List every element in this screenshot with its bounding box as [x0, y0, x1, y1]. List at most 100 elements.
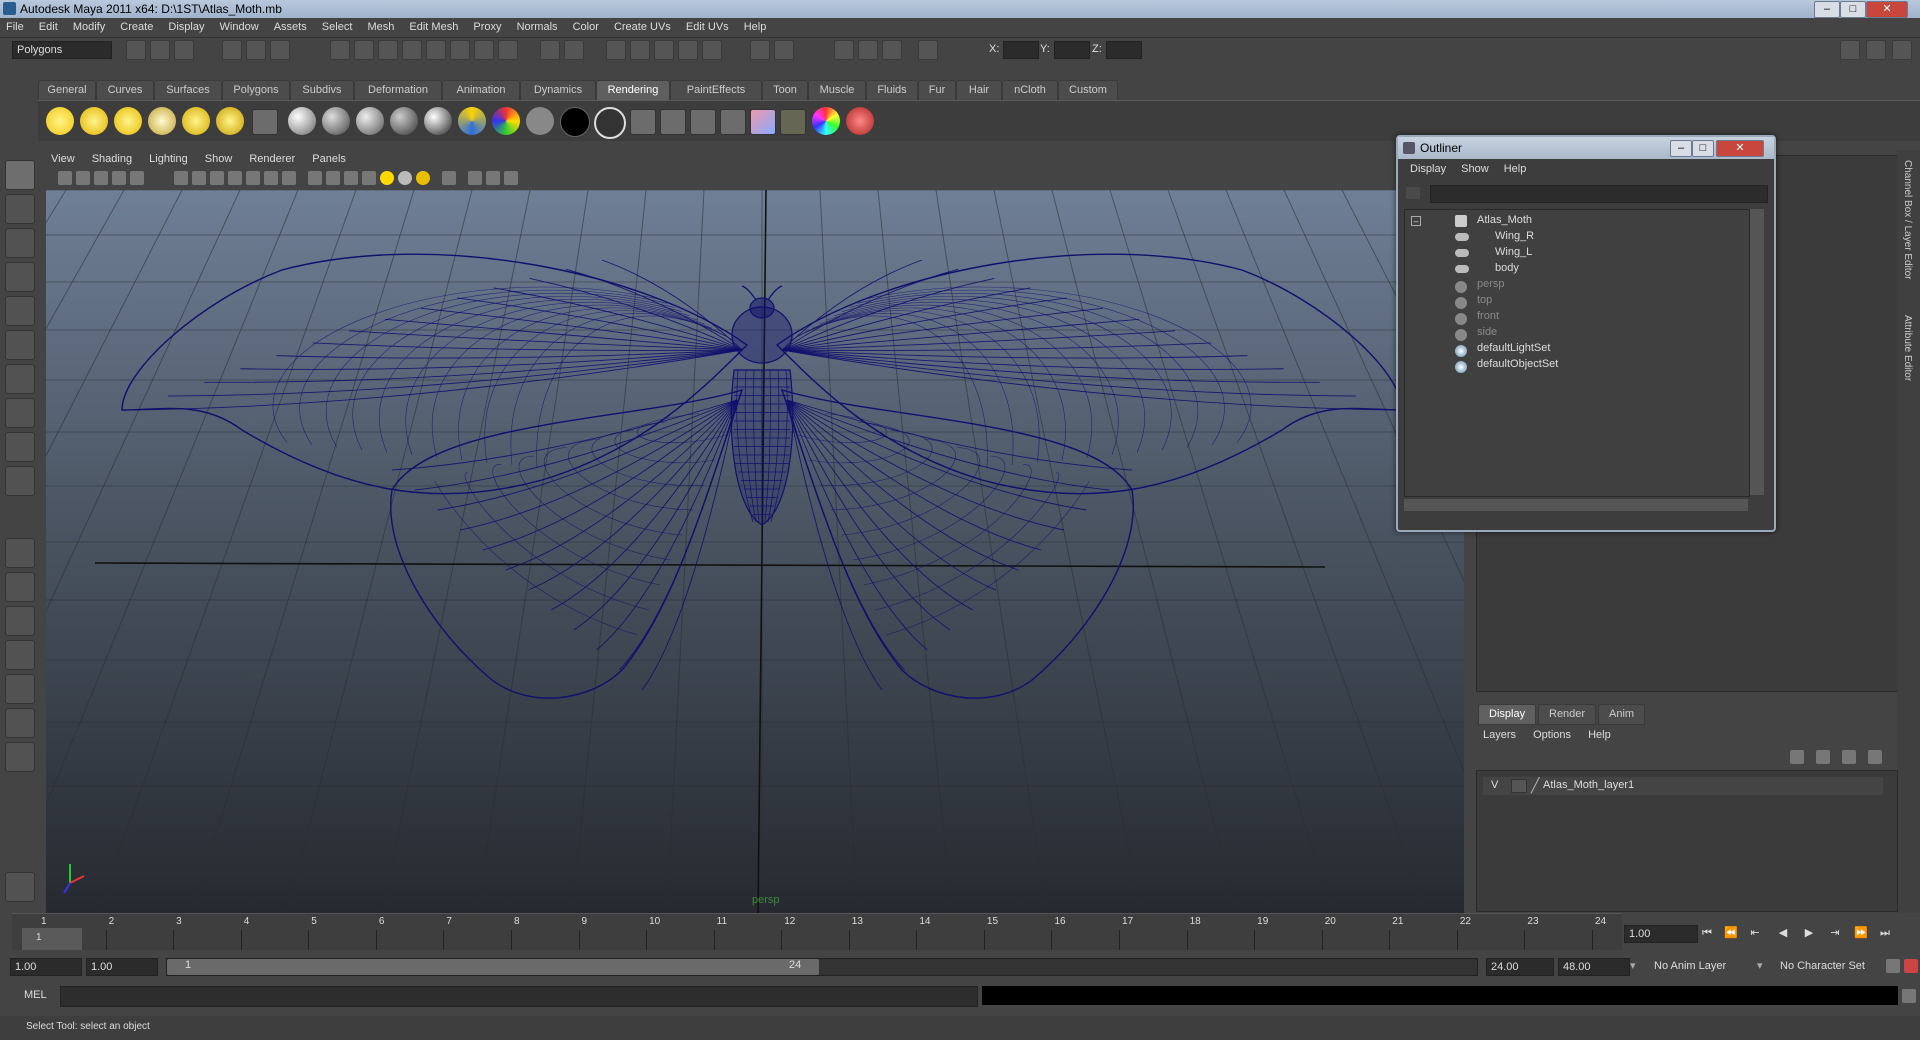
- open-scene-icon[interactable]: [150, 40, 170, 60]
- menu-modify[interactable]: Modify: [67, 18, 111, 37]
- grid-toggle-icon[interactable]: [174, 171, 188, 185]
- channel-toggle-icon[interactable]: [858, 40, 878, 60]
- collapse-toggle-icon[interactable]: –: [1411, 216, 1421, 226]
- outliner-item-atlas-moth[interactable]: Atlas_Moth: [1477, 212, 1532, 228]
- range-slider-handle[interactable]: 1 24: [167, 959, 819, 975]
- lambert-icon[interactable]: [322, 107, 350, 135]
- xray-joints-icon[interactable]: [486, 171, 500, 185]
- render-current-icon[interactable]: [660, 109, 686, 135]
- point-light-icon[interactable]: [114, 107, 142, 135]
- go-to-start-icon[interactable]: ⏮: [1700, 926, 1714, 940]
- time-slider[interactable]: 1 2 3 4 5 6 7 8 9 10 11 12 13 14 15 16 17 18 19 20 21 22 23 24 …: [12, 913, 1622, 950]
- maximize-button[interactable]: □: [1840, 1, 1866, 18]
- tab-curves[interactable]: Curves: [96, 80, 154, 100]
- render-frame-icon[interactable]: [630, 40, 650, 60]
- save-scene-icon[interactable]: [174, 40, 194, 60]
- film-gate-icon[interactable]: [192, 171, 206, 185]
- snap-plane-icon[interactable]: [402, 40, 422, 60]
- new-empty-layer-icon[interactable]: [1842, 750, 1856, 764]
- outliner-horizontal-scrollbar[interactable]: [1404, 499, 1748, 511]
- move-layer-up-icon[interactable]: [1790, 750, 1804, 764]
- spot-light-icon[interactable]: [148, 107, 176, 135]
- anim-layer-dropdown[interactable]: No Anim Layer: [1650, 958, 1756, 974]
- menu-display[interactable]: Display: [162, 18, 210, 37]
- viewport-menu-renderer[interactable]: Renderer: [242, 150, 302, 168]
- minimize-button[interactable]: –: [1814, 1, 1840, 18]
- outliner-vertical-scrollbar[interactable]: [1750, 209, 1764, 495]
- step-forward-frame-icon[interactable]: ⇥: [1828, 926, 1842, 940]
- phonge-icon[interactable]: [390, 107, 418, 135]
- menu-assets[interactable]: Assets: [268, 18, 313, 37]
- animation-start-field[interactable]: 1.00: [10, 958, 82, 976]
- script-editor-icon[interactable]: [1902, 989, 1916, 1003]
- tool-settings-icon[interactable]: [882, 40, 902, 60]
- soft-mod-tool-icon[interactable]: [5, 398, 35, 428]
- select-object-icon[interactable]: [246, 40, 266, 60]
- manipulator-tool-icon[interactable]: [5, 364, 35, 394]
- layered-shader-icon[interactable]: [458, 107, 486, 135]
- layer-menu-layers[interactable]: Layers: [1476, 724, 1523, 746]
- tab-dynamics[interactable]: Dynamics: [520, 80, 596, 100]
- directional-light-icon[interactable]: [80, 107, 108, 135]
- outliner-filter-input[interactable]: [1430, 185, 1768, 203]
- paint-select-tool-icon[interactable]: [5, 228, 35, 258]
- step-back-frame-icon[interactable]: ⇤: [1748, 926, 1762, 940]
- lock-icon[interactable]: [540, 40, 560, 60]
- default-lighting-icon[interactable]: [380, 171, 394, 185]
- current-time-indicator[interactable]: [22, 928, 82, 950]
- menu-file[interactable]: File: [0, 18, 30, 37]
- wireframe-on-shaded-icon[interactable]: [344, 171, 358, 185]
- blinn-icon[interactable]: [288, 107, 316, 135]
- outliner-item-body[interactable]: body: [1495, 260, 1519, 276]
- snap-grid-icon[interactable]: [330, 40, 350, 60]
- tab-channel-box-layer-editor[interactable]: Channel Box / Layer Editor: [1902, 160, 1913, 280]
- new-scene-icon[interactable]: [126, 40, 146, 60]
- outliner-minimize-button[interactable]: –: [1670, 140, 1692, 157]
- layer-type-toggle[interactable]: [1511, 779, 1527, 793]
- ipr-render-icon[interactable]: [654, 40, 674, 60]
- all-lights-icon[interactable]: [398, 171, 412, 185]
- select-component-icon[interactable]: [270, 40, 290, 60]
- tab-ncloth[interactable]: nCloth: [1002, 80, 1058, 100]
- anisotropic-icon[interactable]: [424, 107, 452, 135]
- smooth-shade-icon[interactable]: [326, 171, 340, 185]
- outliner-item-front[interactable]: front: [1477, 308, 1499, 324]
- help-icon[interactable]: [498, 40, 518, 60]
- shadows-icon[interactable]: [416, 171, 430, 185]
- render-settings-icon[interactable]: [678, 40, 698, 60]
- layer-tab-render[interactable]: Render: [1538, 704, 1597, 725]
- render-layer-icon[interactable]: [780, 109, 806, 135]
- show-manip-tool-icon[interactable]: [5, 432, 35, 462]
- tab-custom[interactable]: Custom: [1058, 80, 1118, 100]
- texture-file-icon[interactable]: [630, 109, 656, 135]
- viewport-menu-view[interactable]: View: [44, 150, 82, 168]
- xray-active-icon[interactable]: [504, 171, 518, 185]
- last-tool-icon[interactable]: [5, 466, 35, 496]
- menu-normals[interactable]: Normals: [511, 18, 564, 37]
- menu-mesh[interactable]: Mesh: [361, 18, 400, 37]
- render-view-icon[interactable]: [606, 40, 626, 60]
- tab-fur[interactable]: Fur: [918, 80, 956, 100]
- gate-mask-icon[interactable]: [228, 171, 242, 185]
- z-field[interactable]: [1106, 41, 1142, 59]
- textured-icon[interactable]: [362, 171, 376, 185]
- x-field[interactable]: [1003, 41, 1039, 59]
- snap-curve-icon[interactable]: [354, 40, 374, 60]
- select-tool-icon[interactable]: [5, 160, 35, 190]
- playback-start-field[interactable]: 1.00: [86, 958, 158, 976]
- hypershade-icon[interactable]: [702, 40, 722, 60]
- hypershade-shelf-icon[interactable]: [750, 109, 776, 135]
- tab-attribute-editor[interactable]: Attribute Editor: [1902, 315, 1913, 381]
- tab-muscle[interactable]: Muscle: [808, 80, 866, 100]
- layer-menu-help[interactable]: Help: [1581, 724, 1618, 746]
- menu-color[interactable]: Color: [567, 18, 605, 37]
- outliner-item-default-object-set[interactable]: defaultObjectSet: [1477, 356, 1558, 372]
- safe-title-icon[interactable]: [282, 171, 296, 185]
- viewport-menu-lighting[interactable]: Lighting: [142, 150, 195, 168]
- isolate-select-icon[interactable]: [442, 171, 456, 185]
- tab-animation[interactable]: Animation: [442, 80, 520, 100]
- construction-icon[interactable]: [474, 40, 494, 60]
- hypershade-persp-layout-icon[interactable]: [5, 674, 35, 704]
- camera-attributes-icon[interactable]: [76, 171, 90, 185]
- go-to-end-icon[interactable]: ⏭: [1878, 926, 1892, 940]
